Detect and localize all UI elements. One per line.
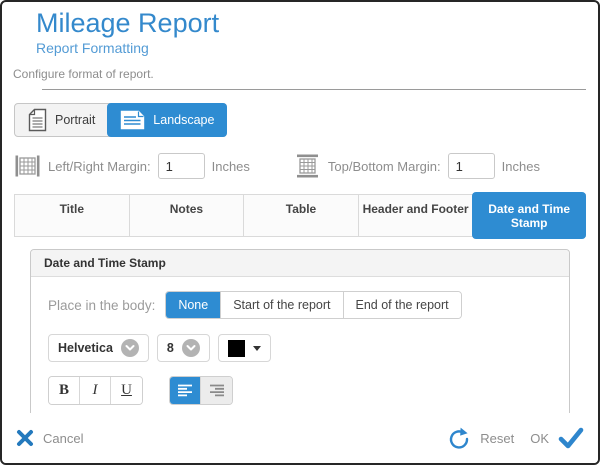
place-in-body-group: None Start of the report End of the repo… [165, 291, 461, 319]
place-in-body-label: Place in the body: [48, 298, 155, 313]
font-size-value: 8 [167, 341, 174, 355]
left-right-margin-label: Left/Right Margin: [48, 159, 151, 174]
left-right-margin-group: Left/Right Margin: Inches [14, 153, 250, 179]
dialog-footer: Cancel Reset OK [2, 413, 598, 463]
tab-title[interactable]: Title [15, 195, 130, 236]
reset-button[interactable]: Reset [447, 426, 514, 450]
portrait-button[interactable]: Portrait [15, 104, 108, 136]
font-size-dropdown[interactable]: 8 [157, 334, 210, 362]
tab-header-and-footer[interactable]: Header and Footer [359, 195, 474, 236]
text-style-row: B I U [48, 376, 552, 405]
font-color-swatch [228, 340, 245, 357]
bold-button[interactable]: B [49, 377, 80, 404]
portrait-label: Portrait [55, 113, 95, 127]
margins-row: Left/Right Margin: Inches Top/Bottom Mar… [14, 153, 598, 179]
alignment-group [169, 376, 233, 405]
report-formatting-dialog: Mileage Report Report Formatting Configu… [0, 0, 600, 465]
section-tabs: Title Notes Table Header and Footer Date… [14, 194, 586, 237]
reset-label: Reset [480, 431, 514, 446]
left-right-margin-icon [14, 153, 41, 179]
date-time-stamp-panel: Date and Time Stamp Place in the body: N… [30, 249, 570, 421]
chevron-down-icon [121, 339, 139, 357]
font-color-dropdown[interactable] [218, 334, 271, 362]
orientation-toggle: Portrait Landscape [14, 103, 227, 137]
top-bottom-margin-input[interactable] [448, 153, 495, 179]
panel-body: Place in the body: None Start of the rep… [31, 277, 569, 420]
place-option-none[interactable]: None [166, 292, 221, 318]
page-subtitle: Report Formatting [36, 40, 598, 56]
ok-label: OK [530, 431, 549, 446]
page-title: Mileage Report [36, 8, 598, 39]
landscape-button[interactable]: Landscape [107, 103, 227, 137]
top-bottom-margin-unit: Inches [502, 159, 540, 174]
place-in-body-row: Place in the body: None Start of the rep… [48, 291, 552, 319]
top-bottom-margin-label: Top/Bottom Margin: [328, 159, 441, 174]
font-family-value: Helvetica [58, 341, 113, 355]
portrait-page-icon [28, 108, 47, 132]
place-option-start[interactable]: Start of the report [221, 292, 343, 318]
tab-notes[interactable]: Notes [130, 195, 245, 236]
font-row: Helvetica 8 [48, 334, 552, 362]
align-right-icon [209, 384, 225, 397]
ok-check-icon [558, 427, 584, 449]
top-bottom-margin-icon [294, 153, 321, 179]
top-bottom-margin-group: Top/Bottom Margin: Inches [294, 153, 540, 179]
font-family-dropdown[interactable]: Helvetica [48, 334, 149, 362]
left-right-margin-unit: Inches [212, 159, 250, 174]
caret-down-icon [253, 346, 261, 351]
landscape-label: Landscape [153, 113, 214, 127]
cancel-x-icon [16, 429, 34, 447]
place-option-end[interactable]: End of the report [344, 292, 461, 318]
landscape-page-icon [120, 110, 145, 130]
cancel-button[interactable]: Cancel [16, 429, 83, 447]
text-style-group: B I U [48, 376, 143, 405]
align-left-button[interactable] [170, 377, 201, 404]
tab-date-and-time-stamp[interactable]: Date and Time Stamp [472, 192, 586, 239]
align-right-button[interactable] [201, 377, 232, 404]
ok-button[interactable]: OK [530, 427, 584, 449]
reset-icon [447, 426, 471, 450]
cancel-label: Cancel [43, 431, 83, 446]
tab-table[interactable]: Table [244, 195, 359, 236]
footer-right: Reset OK [447, 426, 584, 450]
header-divider [42, 89, 586, 90]
chevron-down-icon [182, 339, 200, 357]
description-text: Configure format of report. [13, 67, 598, 81]
dialog-header: Mileage Report Report Formatting [36, 8, 598, 56]
left-right-margin-input[interactable] [158, 153, 205, 179]
italic-button[interactable]: I [80, 377, 111, 404]
underline-button[interactable]: U [111, 377, 142, 404]
align-left-icon [177, 384, 193, 397]
panel-header: Date and Time Stamp [31, 250, 569, 277]
